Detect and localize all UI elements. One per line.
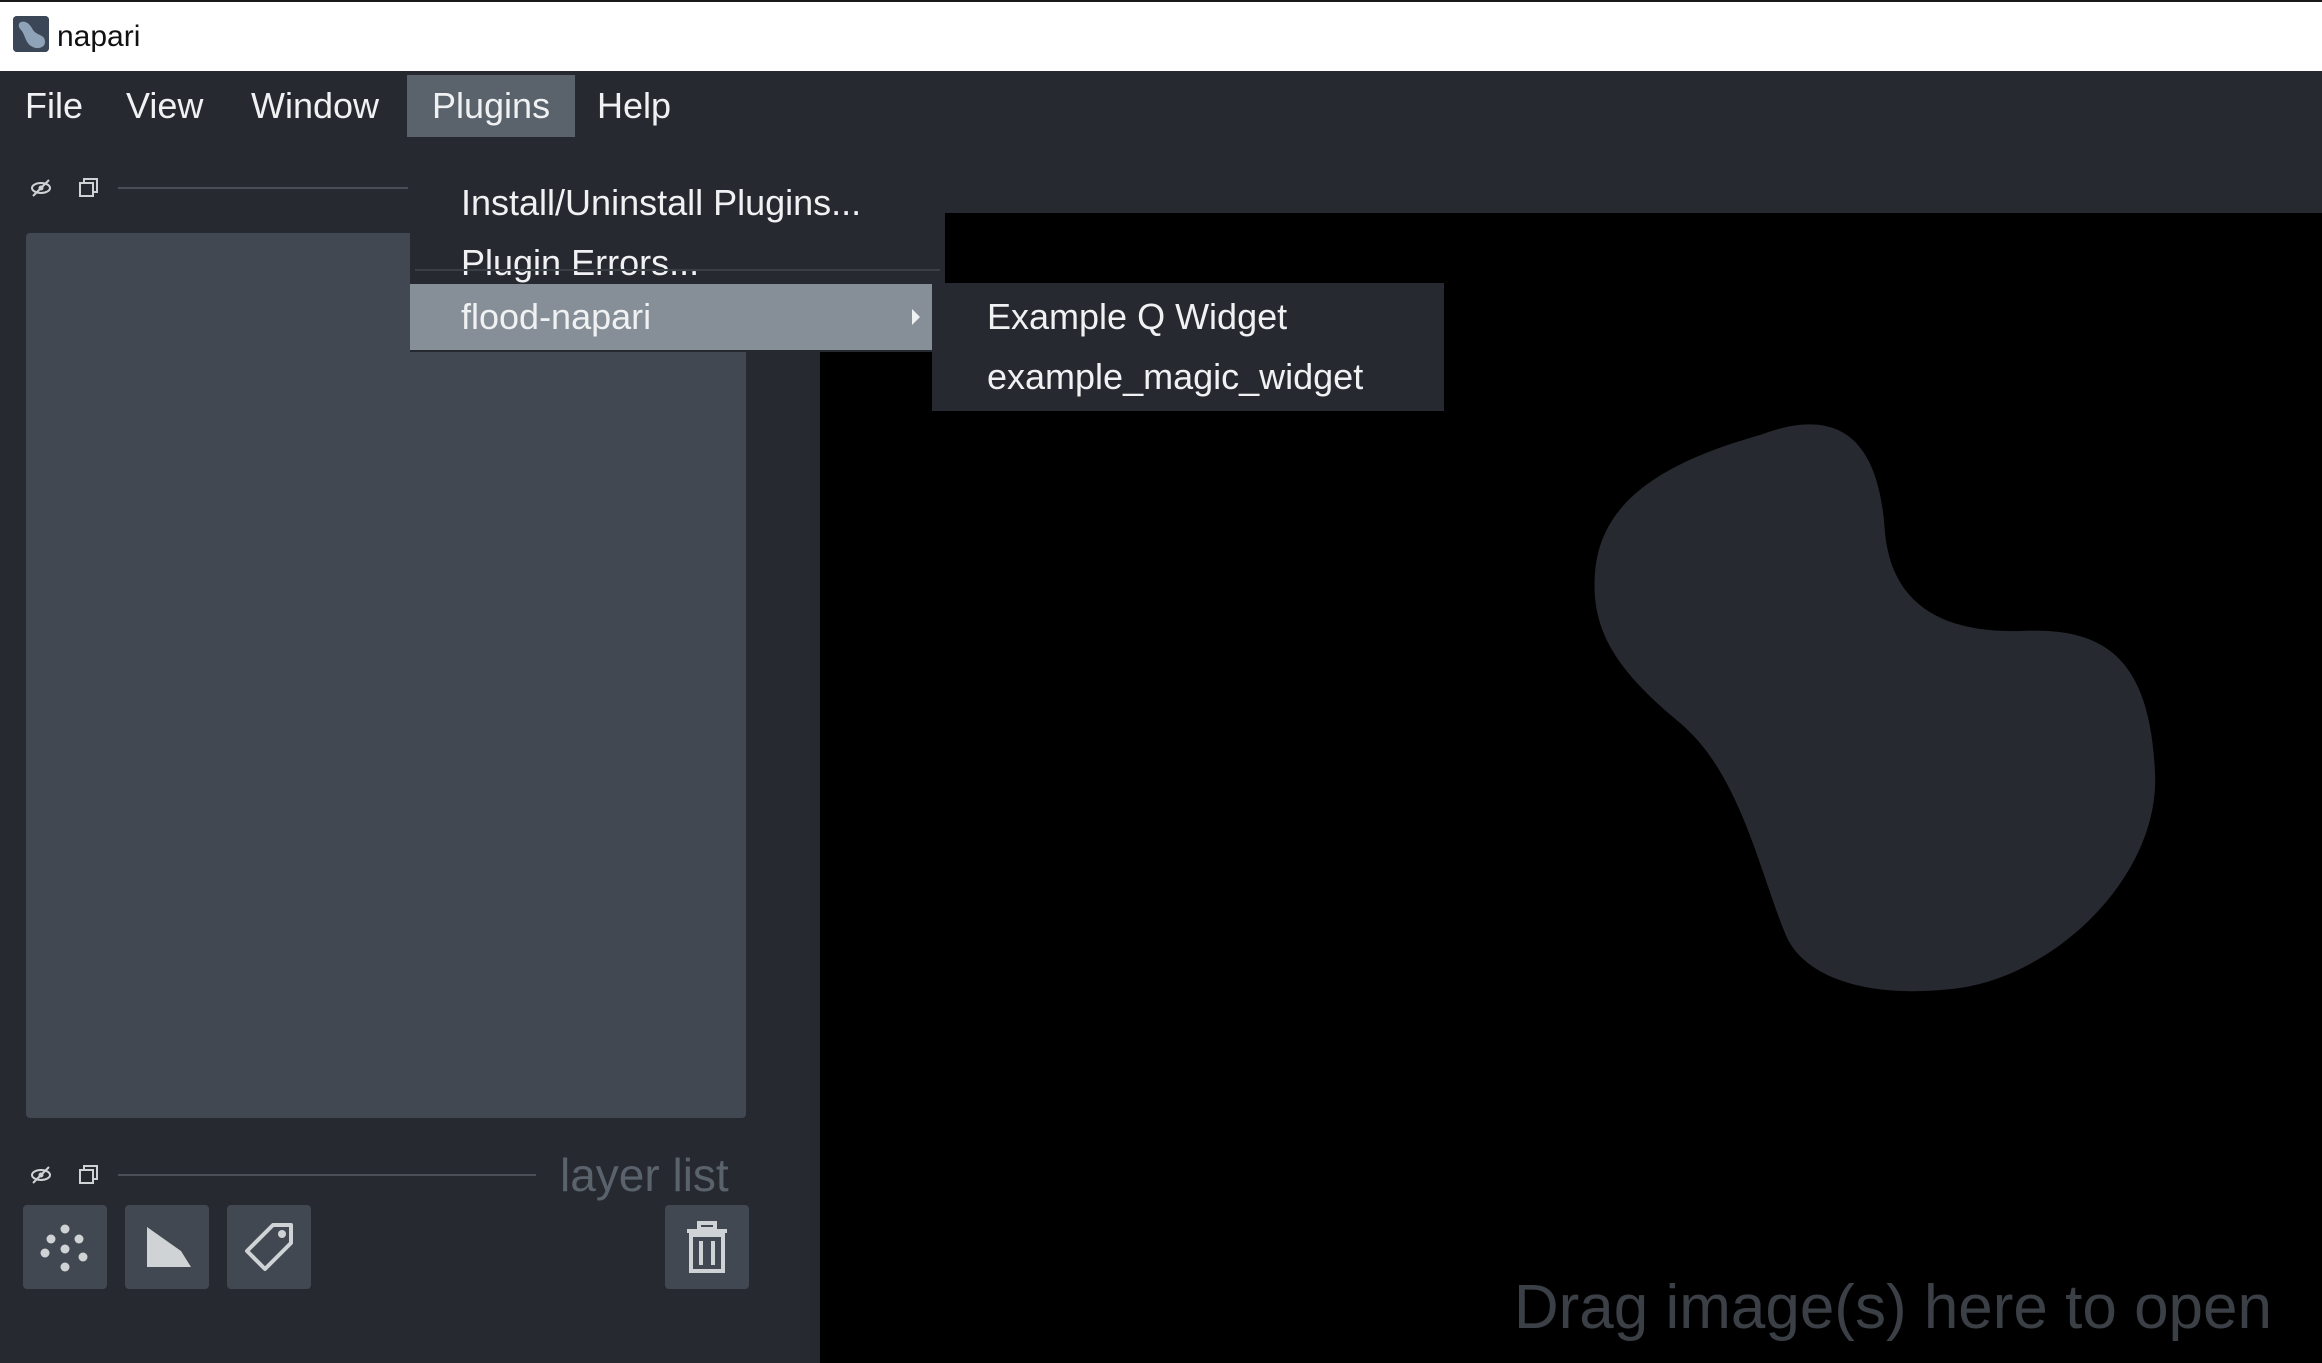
menu-view[interactable]: View bbox=[101, 75, 228, 137]
menu-item-install-plugins[interactable]: Install/Uninstall Plugins... bbox=[410, 174, 945, 232]
napari-app-icon bbox=[13, 16, 49, 52]
new-points-layer-button[interactable] bbox=[23, 1205, 107, 1289]
new-shapes-layer-button[interactable] bbox=[125, 1205, 209, 1289]
dock-title-line bbox=[118, 187, 408, 189]
layer-controls-area bbox=[26, 233, 746, 1118]
drop-hint-text: Drag image(s) here to open bbox=[1513, 1273, 2272, 1342]
shapes-icon bbox=[147, 1227, 191, 1267]
viewer-toolbar bbox=[820, 141, 2322, 213]
menu-window[interactable]: Window bbox=[226, 75, 404, 137]
points-icon bbox=[40, 1224, 88, 1272]
float-panel-icon[interactable] bbox=[78, 177, 100, 199]
eye-slash-icon[interactable] bbox=[30, 1164, 52, 1186]
menu-bar: File View Window Plugins Help bbox=[0, 71, 2322, 141]
labels-icon bbox=[245, 1223, 293, 1271]
menu-help[interactable]: Help bbox=[572, 75, 696, 137]
layer-list-title: layer list bbox=[560, 1149, 729, 1201]
window-title: napari bbox=[57, 20, 141, 53]
dock-title-line bbox=[118, 1174, 536, 1176]
menu-item-flood-napari[interactable]: flood-napari bbox=[410, 284, 945, 350]
delete-layer-button[interactable] bbox=[665, 1205, 749, 1289]
menu-plugins[interactable]: Plugins bbox=[407, 75, 576, 137]
eye-slash-icon[interactable] bbox=[30, 177, 52, 199]
float-panel-icon[interactable] bbox=[78, 1164, 100, 1186]
chevron-right-icon bbox=[909, 284, 923, 371]
title-bar: napari bbox=[0, 0, 2322, 71]
trash-icon bbox=[687, 1221, 727, 1273]
submenu-item-example-q-widget[interactable]: Example Q Widget bbox=[932, 287, 1444, 347]
layer-list-dock-header: layer list bbox=[0, 1146, 820, 1206]
menu-file[interactable]: File bbox=[0, 75, 108, 137]
new-labels-layer-button[interactable] bbox=[227, 1205, 311, 1289]
menu-item-flood-napari-label: flood-napari bbox=[461, 296, 652, 337]
flood-napari-submenu: Example Q Widget example_magic_widget bbox=[932, 283, 1444, 411]
submenu-item-example-magic-widget[interactable]: example_magic_widget bbox=[932, 347, 1444, 407]
menu-separator bbox=[415, 269, 940, 271]
plugins-menu-dropdown: Install/Uninstall Plugins... Plugin Erro… bbox=[410, 141, 945, 352]
